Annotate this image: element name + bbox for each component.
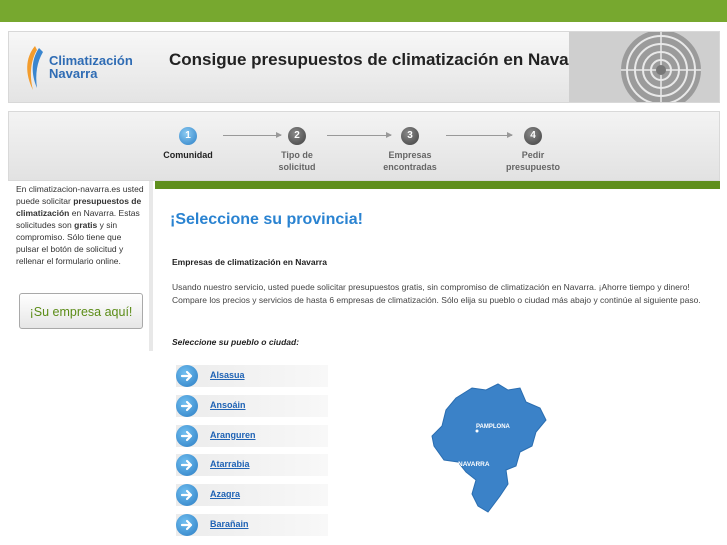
step-number-4: 4 [524,127,542,145]
town-link[interactable]: Aranguren [210,430,256,440]
step-label-2: solicitud [278,162,316,172]
top-bar [0,0,727,22]
step-pedir-presupuesto: 4 Pedir presupuesto [493,127,573,173]
brand-logo[interactable]: Climatización Navarra [49,54,133,80]
select-town-prompt: Seleccione su pueblo o ciudad: [172,337,300,347]
page-title: Consigue presupuestos de climatización e… [169,50,592,69]
list-item[interactable]: Alsasua [176,365,328,387]
town-link[interactable]: Ansoáin [210,400,246,410]
logo-drop-icon [27,46,43,90]
section-subheading: Empresas de climatización en Navarra [172,257,327,267]
list-item[interactable]: Atarrabia [176,454,328,477]
step-label-2: encontradas [383,162,437,172]
step-label-2: presupuesto [505,162,560,172]
step-number-1: 1 [179,127,197,145]
step-empresas-encontradas: 3 Empresas encontradas [370,127,450,173]
town-link[interactable]: Azagra [210,489,240,499]
arrow-right-icon[interactable] [176,454,198,477]
town-link[interactable]: Alsasua [210,370,245,380]
brand-line2: Navarra [49,66,98,81]
arrow-right-icon[interactable] [176,424,198,447]
section-heading: ¡Seleccione su provincia! [170,211,363,228]
list-item[interactable]: Barañain [176,513,328,536]
step-comunidad[interactable]: 1 Comunidad [148,127,228,161]
list-item[interactable]: Ansoáin [176,394,328,417]
content-top-bar [155,181,720,189]
town-link[interactable]: Atarrabia [210,459,250,469]
town-link[interactable]: Barañain [210,519,249,529]
arrow-right-icon[interactable] [176,484,198,507]
progress-steps: 1 Comunidad 2 Tipo de solicitud 3 Empres… [8,111,720,181]
section-description: Usando nuestro servicio, usted puede sol… [172,282,701,305]
step-number-2: 2 [288,127,306,145]
arrow-right-icon[interactable] [176,513,198,536]
sidebar-bold-free: gratis [74,220,98,230]
fan-image [569,32,719,102]
town-list: Alsasua Ansoáin Aranguren Atarrabia Azag… [176,365,328,544]
step-number-3: 3 [401,127,419,145]
site-header: Climatización Navarra Consigue presupues… [8,31,720,103]
list-item[interactable]: Aranguren [176,424,328,447]
promo-company-button[interactable]: ¡Su empresa aquí! [19,293,143,329]
step-tipo-solicitud: 2 Tipo de solicitud [257,127,337,173]
step-label: Pedir [521,150,545,160]
step-label: Comunidad [163,150,213,160]
map-label-region: NAVARRA [458,461,490,468]
map-label-city: PAMPLONA [476,424,511,430]
step-label: Empresas [388,150,432,160]
list-item[interactable]: Azagra [176,484,328,507]
arrow-right-icon[interactable] [176,394,198,417]
arrow-right-icon[interactable] [176,365,198,387]
navarra-map[interactable]: PAMPLONA NAVARRA [428,380,550,516]
step-label: Tipo de [281,150,313,160]
